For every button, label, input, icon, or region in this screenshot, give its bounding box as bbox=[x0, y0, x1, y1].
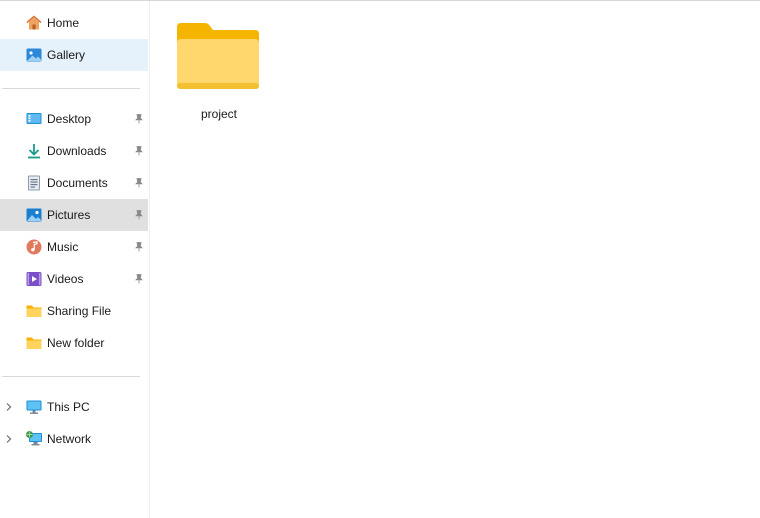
file-name-label: project bbox=[200, 107, 238, 121]
folder-icon bbox=[25, 334, 43, 352]
file-list-area[interactable]: project bbox=[151, 1, 760, 518]
sidebar-item-label: Network bbox=[47, 432, 92, 446]
sidebar-item-home[interactable]: Home bbox=[0, 7, 148, 39]
pin-icon[interactable] bbox=[133, 273, 145, 285]
gallery-icon bbox=[25, 46, 43, 64]
pin-icon[interactable] bbox=[133, 177, 145, 189]
pin-icon[interactable] bbox=[133, 209, 145, 221]
desktop-icon bbox=[25, 110, 43, 128]
file-explorer-window: Home Gallery Desktop Downloads Documents… bbox=[0, 0, 760, 518]
sidebar-item-gallery[interactable]: Gallery bbox=[0, 39, 148, 71]
sidebar-item-label: Home bbox=[47, 16, 80, 30]
download-icon bbox=[25, 142, 43, 160]
sidebar-item-desktop[interactable]: Desktop bbox=[0, 103, 148, 135]
folder-icon bbox=[25, 302, 43, 320]
folder-icon bbox=[175, 21, 261, 91]
sidebar-item-pictures[interactable]: Pictures bbox=[0, 199, 148, 231]
sidebar-item-label: Documents bbox=[47, 176, 108, 190]
sidebar-item-videos[interactable]: Videos bbox=[0, 263, 148, 295]
sidebar-item-downloads[interactable]: Downloads bbox=[0, 135, 148, 167]
pin-icon[interactable] bbox=[133, 241, 145, 253]
home-icon bbox=[25, 14, 43, 32]
sidebar-item-documents[interactable]: Documents bbox=[0, 167, 148, 199]
sidebar-item-label: Pictures bbox=[47, 208, 91, 222]
computer-icon bbox=[25, 398, 43, 416]
pin-icon[interactable] bbox=[133, 113, 145, 125]
network-icon bbox=[25, 430, 43, 448]
sidebar-item-label: Music bbox=[47, 240, 79, 254]
sidebar-item-network[interactable]: Network bbox=[0, 423, 148, 455]
sidebar-divider bbox=[2, 376, 140, 377]
navigation-pane: Home Gallery Desktop Downloads Documents… bbox=[0, 1, 150, 518]
sidebar-item-this-pc[interactable]: This PC bbox=[0, 391, 148, 423]
sidebar-item-music[interactable]: Music bbox=[0, 231, 148, 263]
sidebar-item-sharing-file[interactable]: Sharing File bbox=[0, 295, 148, 327]
document-icon bbox=[25, 174, 43, 192]
chevron-right-icon[interactable] bbox=[4, 401, 14, 413]
sidebar-item-label: New folder bbox=[47, 336, 105, 350]
chevron-right-icon[interactable] bbox=[4, 433, 14, 445]
sidebar-item-label: Gallery bbox=[47, 48, 86, 62]
sidebar-item-label: Desktop bbox=[47, 112, 92, 126]
pictures-icon bbox=[25, 206, 43, 224]
sidebar-item-label: Downloads bbox=[47, 144, 107, 158]
pin-icon[interactable] bbox=[133, 145, 145, 157]
sidebar-item-new-folder[interactable]: New folder bbox=[0, 327, 148, 359]
sidebar-divider bbox=[2, 88, 140, 89]
music-icon bbox=[25, 238, 43, 256]
sidebar-item-label: Sharing File bbox=[47, 304, 112, 318]
sidebar-item-label: This PC bbox=[47, 400, 90, 414]
sidebar-item-label: Videos bbox=[47, 272, 84, 286]
folder-item-project[interactable]: project bbox=[169, 13, 269, 125]
video-icon bbox=[25, 270, 43, 288]
